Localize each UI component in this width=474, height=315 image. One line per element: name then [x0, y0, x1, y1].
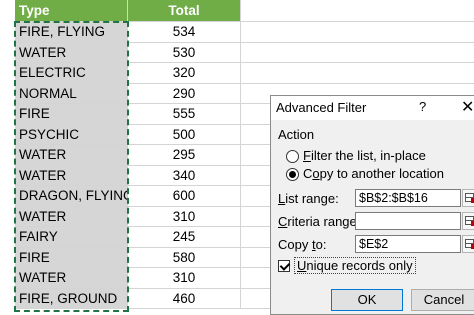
- header-cell-type[interactable]: Type: [15, 0, 128, 22]
- advanced-filter-dialog: Advanced Filter ? ✕ Action Filter the li…: [270, 95, 474, 315]
- cancel-button[interactable]: Cancel: [411, 289, 474, 311]
- type-cell[interactable]: NORMAL: [15, 83, 128, 104]
- total-cell[interactable]: 534: [128, 22, 241, 43]
- empty-cell[interactable]: [241, 63, 474, 84]
- total-cell[interactable]: 295: [128, 145, 241, 166]
- range-selector-icon[interactable]: [462, 189, 474, 207]
- type-cell[interactable]: PSYCHIC: [15, 124, 128, 145]
- total-cell[interactable]: 600: [128, 186, 241, 207]
- total-cell[interactable]: 320: [128, 63, 241, 84]
- type-cell[interactable]: WATER: [15, 165, 128, 186]
- row-gutter: [0, 288, 15, 312]
- total-cell[interactable]: 290: [128, 83, 241, 104]
- total-cell[interactable]: 340: [128, 165, 241, 186]
- total-cell[interactable]: 460: [128, 288, 241, 309]
- unique-records-label: Unique records only: [294, 257, 416, 274]
- type-cell[interactable]: WATER: [15, 206, 128, 227]
- total-cell[interactable]: 500: [128, 124, 241, 145]
- criteria-range-input[interactable]: [355, 212, 461, 230]
- row-gutter: [0, 0, 15, 23]
- radio-copy-label: Copy to another location: [303, 166, 444, 181]
- list-range-input[interactable]: $B$2:$B$16: [355, 189, 461, 207]
- dialog-titlebar[interactable]: Advanced Filter ? ✕: [271, 96, 474, 120]
- empty-cell[interactable]: [241, 0, 474, 22]
- dialog-title: Advanced Filter: [276, 100, 367, 115]
- copy-to-label: Copy to:: [278, 237, 327, 252]
- range-selector-icon[interactable]: [462, 235, 474, 253]
- range-selector-icon[interactable]: [462, 212, 474, 230]
- unique-records-checkbox[interactable]: [278, 260, 290, 272]
- header-cell-total[interactable]: Total: [128, 0, 241, 22]
- total-cell[interactable]: 555: [128, 104, 241, 125]
- action-group-label: Action: [278, 127, 315, 142]
- type-cell[interactable]: FIRE, FLYING: [15, 22, 128, 43]
- radio-filter-label: Filter the list, in-place: [303, 148, 426, 163]
- type-cell[interactable]: WATER: [15, 42, 128, 63]
- header-row: Type Total: [0, 0, 474, 23]
- type-cell[interactable]: FIRE: [15, 247, 128, 268]
- close-icon[interactable]: ✕: [461, 97, 474, 117]
- type-cell[interactable]: FIRE: [15, 104, 128, 125]
- type-cell[interactable]: FIRE, GROUND: [15, 288, 128, 309]
- type-cell[interactable]: FAIRY: [15, 227, 128, 248]
- radio-button-selected[interactable]: [286, 168, 299, 181]
- type-cell[interactable]: WATER: [15, 145, 128, 166]
- radio-button[interactable]: [286, 150, 299, 163]
- help-icon[interactable]: ?: [419, 99, 426, 114]
- criteria-range-label: Criteria range:: [278, 214, 361, 229]
- type-cell[interactable]: ELECTRIC: [15, 63, 128, 84]
- total-cell[interactable]: 580: [128, 247, 241, 268]
- list-range-label: List range:: [278, 191, 339, 206]
- ok-button[interactable]: OK: [331, 289, 403, 311]
- total-cell[interactable]: 310: [128, 206, 241, 227]
- total-cell[interactable]: 530: [128, 42, 241, 63]
- total-cell[interactable]: 310: [128, 268, 241, 289]
- total-cell[interactable]: 245: [128, 227, 241, 248]
- empty-cell[interactable]: [241, 42, 474, 63]
- type-cell[interactable]: WATER: [15, 268, 128, 289]
- copy-to-input[interactable]: $E$2: [355, 235, 461, 253]
- type-cell[interactable]: DRAGON, FLYING: [15, 186, 134, 207]
- empty-cell[interactable]: [241, 22, 474, 43]
